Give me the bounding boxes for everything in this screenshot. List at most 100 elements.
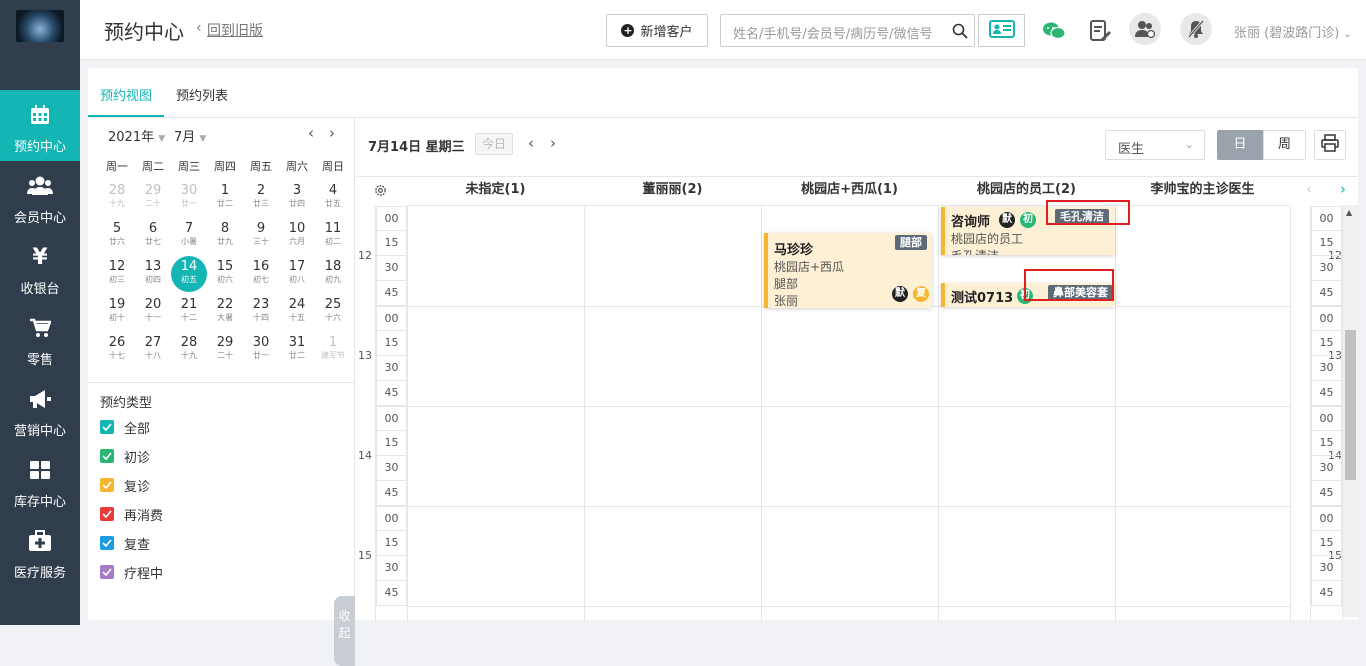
- tab-appointment-view[interactable]: 预约视图: [100, 85, 152, 104]
- calendar-day[interactable]: 10 六月: [279, 218, 315, 256]
- calendar-day[interactable]: 13 初四: [135, 256, 171, 294]
- week-view-button[interactable]: 周: [1263, 130, 1306, 160]
- calendar-day[interactable]: 27 十八: [135, 332, 171, 370]
- minute-label: 45: [1311, 481, 1342, 506]
- calendar-day[interactable]: 22 大暑: [207, 294, 243, 332]
- calendar-day[interactable]: 29 二十: [135, 180, 171, 218]
- type-filter-checkbox[interactable]: 复诊: [100, 476, 150, 495]
- settings-gear-icon[interactable]: [374, 184, 387, 201]
- sidebar-item-marketing[interactable]: 营销中心: [0, 374, 80, 445]
- next-column-icon[interactable]: ›: [1340, 180, 1346, 198]
- day-view-button[interactable]: 日: [1217, 130, 1263, 160]
- calendar-day[interactable]: 28 十九: [171, 332, 207, 370]
- weekday-header: 周六: [286, 160, 308, 173]
- sidebar-item-members[interactable]: 会员中心: [0, 161, 80, 232]
- column-header[interactable]: 李帅宝的主诊医生: [1115, 176, 1290, 206]
- calendar-day[interactable]: 29 二十: [207, 332, 243, 370]
- calendar-day[interactable]: 3 廿四: [279, 180, 315, 218]
- calendar-day[interactable]: 24 十五: [279, 294, 315, 332]
- schedule-scrollbar[interactable]: ▲: [1343, 205, 1358, 617]
- type-filter-checkbox[interactable]: 全部: [100, 418, 150, 437]
- badge-icon: 复: [913, 286, 929, 302]
- calendar-day[interactable]: 30 廿一: [243, 332, 279, 370]
- calendar-day[interactable]: 15 初六: [207, 256, 243, 294]
- scrollbar-thumb[interactable]: [1345, 330, 1356, 480]
- prev-day-icon[interactable]: ‹: [528, 134, 534, 152]
- calendar-day[interactable]: 7 小暑: [171, 218, 207, 256]
- calendar-day[interactable]: 9 三十: [243, 218, 279, 256]
- sidebar-item-retail[interactable]: 零售: [0, 303, 80, 374]
- column-divider: [761, 206, 762, 620]
- sidebar-item-medical[interactable]: 医疗服务: [0, 516, 80, 587]
- team-icon[interactable]: [1129, 13, 1161, 45]
- current-user[interactable]: 张丽 (碧波路门诊) ⌄: [1234, 22, 1352, 41]
- calendar-day[interactable]: 21 十二: [171, 294, 207, 332]
- appointment-card[interactable]: 马珍珍 腿部 桃园店+西瓜 腿部 张丽默复: [764, 233, 932, 308]
- printer-icon: [1321, 134, 1339, 156]
- search-icon[interactable]: [952, 23, 968, 43]
- lunar-date: 廿三: [253, 199, 269, 208]
- tab-appointment-list[interactable]: 预约列表: [176, 85, 228, 104]
- prev-month-icon[interactable]: ‹: [308, 124, 314, 142]
- calendar-day-selected[interactable]: 14 初五: [171, 256, 207, 292]
- type-filter-checkbox[interactable]: 再消费: [100, 505, 163, 524]
- calendar-day[interactable]: 26 十七: [99, 332, 135, 370]
- search-input[interactable]: 姓名/手机号/会员号/病历号/微信号: [720, 14, 975, 47]
- lunar-date: 十九: [109, 199, 125, 208]
- calendar-day[interactable]: 1 廿二: [207, 180, 243, 218]
- calendar-day[interactable]: 11 初二: [315, 218, 351, 256]
- calendar-day[interactable]: 28 十九: [99, 180, 135, 218]
- calendar-day[interactable]: 17 初八: [279, 256, 315, 294]
- type-filter-checkbox[interactable]: 疗程中: [100, 563, 163, 582]
- month-select[interactable]: 7月 ▼: [174, 126, 206, 145]
- scroll-up-icon[interactable]: ▲: [1346, 208, 1352, 217]
- calendar-day[interactable]: 1 建军节: [315, 332, 351, 370]
- calendar-day[interactable]: 12 初三: [99, 256, 135, 294]
- caret-down-icon: ▼: [199, 134, 207, 144]
- calendar-day[interactable]: 2 廿三: [243, 180, 279, 218]
- sidebar-item-inventory[interactable]: 库存中心: [0, 445, 80, 516]
- calendar-day[interactable]: 6 廿七: [135, 218, 171, 256]
- next-day-icon[interactable]: ›: [550, 134, 556, 152]
- calendar-day[interactable]: 18 初九: [315, 256, 351, 294]
- day-number: 29: [216, 335, 234, 350]
- today-button[interactable]: 今日: [475, 133, 513, 155]
- bell-muted-icon[interactable]: [1180, 13, 1212, 45]
- sidebar-item-cashier[interactable]: ¥ 收银台: [0, 232, 80, 303]
- calendar-day[interactable]: 16 初七: [243, 256, 279, 294]
- column-header[interactable]: 未指定(1): [407, 176, 584, 206]
- calendar-day[interactable]: 19 初十: [99, 294, 135, 332]
- sidebar-item-label: 收银台: [20, 282, 60, 297]
- day-number: 31: [288, 335, 306, 350]
- calendar-day[interactable]: 30 廿一: [171, 180, 207, 218]
- calendar-day[interactable]: 5 廿六: [99, 218, 135, 256]
- column-header[interactable]: 董丽丽(2): [584, 176, 761, 206]
- year-select[interactable]: 2021年 ▼: [108, 126, 165, 145]
- calendar-day[interactable]: 23 十四: [243, 294, 279, 332]
- minute-label: 30: [376, 456, 407, 481]
- minute-label: 30: [376, 256, 407, 281]
- type-filter-checkbox[interactable]: 复查: [100, 534, 150, 553]
- calendar-day[interactable]: 8 廿九: [207, 218, 243, 256]
- id-card-button[interactable]: [978, 14, 1025, 47]
- type-filter-checkbox[interactable]: 初诊: [100, 447, 150, 466]
- calendar-day[interactable]: 25 十六: [315, 294, 351, 332]
- collapse-panel-button[interactable]: 收起: [334, 596, 355, 666]
- calendar-day[interactable]: 4 廿五: [315, 180, 351, 218]
- wechat-icon[interactable]: [1040, 17, 1068, 45]
- back-to-old-version-link[interactable]: 回到旧版: [207, 20, 263, 40]
- edit-document-icon[interactable]: [1086, 17, 1114, 45]
- prev-column-icon[interactable]: ‹: [1306, 180, 1312, 198]
- calendar-day[interactable]: 20 十一: [135, 294, 171, 332]
- add-customer-button[interactable]: + 新增客户: [606, 14, 708, 47]
- column-header[interactable]: 桃园店+西瓜(1): [761, 176, 938, 206]
- next-month-icon[interactable]: ›: [329, 124, 335, 142]
- filter-select[interactable]: 医生 ⌄: [1105, 130, 1205, 160]
- check-icon: [100, 507, 114, 521]
- app-logo[interactable]: [16, 10, 64, 42]
- day-number: 14: [180, 259, 198, 274]
- print-button[interactable]: [1314, 130, 1346, 160]
- calendar-day[interactable]: 31 廿二: [279, 332, 315, 370]
- sidebar-item-appointments[interactable]: 预约中心: [0, 90, 80, 161]
- day-number: 5: [112, 221, 122, 236]
